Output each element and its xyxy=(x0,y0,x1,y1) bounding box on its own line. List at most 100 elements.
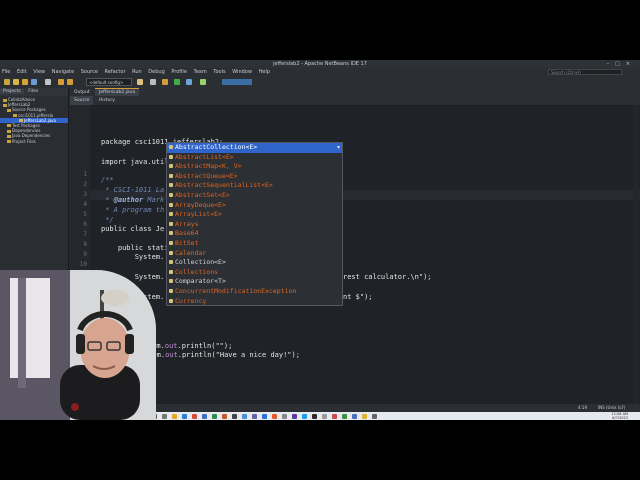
obs-icon[interactable] xyxy=(292,413,297,419)
teams-icon[interactable] xyxy=(252,413,257,419)
new-project-icon[interactable] xyxy=(13,79,19,85)
minimize-icon[interactable]: – xyxy=(607,61,616,67)
completion-item[interactable]: Arrays xyxy=(167,220,342,230)
terminal-icon[interactable] xyxy=(232,413,237,419)
file-explorer-icon[interactable] xyxy=(172,413,177,419)
completion-item[interactable]: Currency xyxy=(167,297,342,307)
code-line[interactable]: tem.out.println(""); xyxy=(148,342,232,350)
menu-view[interactable]: View xyxy=(33,69,45,75)
app-icon[interactable] xyxy=(342,413,347,419)
completion-item[interactable]: Base64 xyxy=(167,229,342,239)
memory-meter[interactable] xyxy=(222,79,252,85)
tab-files[interactable]: Files xyxy=(25,89,41,94)
redo-icon[interactable] xyxy=(67,79,73,85)
completion-item[interactable]: AbstractSet<E> xyxy=(167,191,342,201)
code-line[interactable]: public class Je xyxy=(101,225,164,233)
open-project-icon[interactable] xyxy=(22,79,28,85)
tab-source[interactable]: Source xyxy=(70,96,94,105)
code-line[interactable]: System. xyxy=(101,253,165,261)
code-line[interactable]: * A program th xyxy=(101,206,164,214)
menu-debug[interactable]: Debug xyxy=(148,69,164,75)
task-view-icon[interactable] xyxy=(162,413,167,419)
maximize-icon[interactable]: □ xyxy=(615,61,626,67)
menu-source[interactable]: Source xyxy=(81,69,98,75)
tab-jefferslab2-java[interactable]: JeffersLab2.java xyxy=(95,88,140,96)
menu-help[interactable]: Help xyxy=(259,69,270,75)
class-icon xyxy=(169,154,173,159)
debug-icon[interactable] xyxy=(186,79,192,85)
app-icon[interactable] xyxy=(372,413,377,419)
app-icon[interactable] xyxy=(362,413,367,419)
menu-file[interactable]: File xyxy=(2,69,10,75)
zoom-icon[interactable] xyxy=(262,413,267,419)
system-clock[interactable]: 12:06 AM 6/7/2023 xyxy=(611,412,628,420)
code-line[interactable]: * CSCI-1011 La xyxy=(101,186,164,194)
menu-team[interactable]: Team xyxy=(193,69,206,75)
menu-tools[interactable]: Tools xyxy=(213,69,225,75)
app-icon[interactable] xyxy=(352,413,357,419)
run-icon[interactable] xyxy=(174,79,180,85)
completion-item[interactable]: AbstractSequentialList<E> xyxy=(167,181,342,191)
powerpoint-icon[interactable] xyxy=(222,413,227,419)
class-icon xyxy=(169,240,173,245)
code-line-tail[interactable]: rest calculator.\n"); xyxy=(343,273,432,281)
menu-edit[interactable]: Edit xyxy=(17,69,27,75)
profile-icon[interactable] xyxy=(200,79,206,85)
menu-refactor[interactable]: Refactor xyxy=(105,69,126,75)
completion-item[interactable]: Comparator<T> xyxy=(167,277,342,287)
close-icon[interactable]: × xyxy=(626,61,636,67)
code-completion-popup[interactable]: ▾ AbstractCollection<E> AbstractList<E> Ab… xyxy=(166,142,343,306)
config-combo[interactable]: <default config> xyxy=(86,78,132,86)
build-icon[interactable] xyxy=(137,79,143,85)
search-input[interactable]: Search (Ctrl+I) xyxy=(548,69,622,75)
netbeans-icon[interactable] xyxy=(272,413,277,419)
word-icon[interactable] xyxy=(202,413,207,419)
app-icon[interactable] xyxy=(322,413,327,419)
app-icon[interactable] xyxy=(302,413,307,419)
window-title: jefferslab2 - Apache NetBeans IDE 17 xyxy=(273,61,367,67)
outlook-icon[interactable] xyxy=(242,413,247,419)
chrome-icon[interactable] xyxy=(192,413,197,419)
clean-build-icon[interactable] xyxy=(150,79,156,85)
completion-item[interactable]: BitSet xyxy=(167,239,342,249)
app-icon[interactable] xyxy=(312,413,317,419)
completion-item[interactable]: ArrayDeque<E> xyxy=(167,201,342,211)
tree-item-project-files[interactable]: Project Files xyxy=(0,139,68,144)
completion-label: ArrayDeque<E> xyxy=(175,200,226,209)
edge-icon[interactable] xyxy=(182,413,187,419)
code-line[interactable]: public stati xyxy=(101,244,169,252)
excel-icon[interactable] xyxy=(212,413,217,419)
documentation-toggle-icon[interactable]: ▾ xyxy=(337,144,340,151)
completion-item[interactable]: AbstractMap<K, V> xyxy=(167,162,342,172)
code-line[interactable]: */ xyxy=(101,216,113,224)
menu-window[interactable]: Window xyxy=(232,69,252,75)
completion-item[interactable]: Calendar xyxy=(167,249,342,259)
completion-item[interactable]: Collection<E> xyxy=(167,258,342,268)
completion-item[interactable]: Collections xyxy=(167,268,342,278)
completion-item[interactable]: ArrayList<E> xyxy=(167,210,342,220)
tab-history[interactable]: History xyxy=(95,96,119,105)
undo-icon[interactable] xyxy=(58,79,64,85)
settings-icon[interactable] xyxy=(282,413,287,419)
completion-item[interactable]: AbstractQueue<E> xyxy=(167,172,342,182)
completion-item[interactable]: AbstractList<E> xyxy=(167,153,342,163)
menu-profile[interactable]: Profile xyxy=(171,69,187,75)
completion-item[interactable]: ConcurrentModificationException xyxy=(167,287,342,297)
menu-navigate[interactable]: Navigate xyxy=(52,69,74,75)
code-line[interactable]: * @author Mark xyxy=(101,196,164,204)
completion-item[interactable]: AbstractCollection<E> xyxy=(167,143,342,153)
cut-icon[interactable] xyxy=(45,79,51,85)
code-line[interactable]: /** xyxy=(101,176,114,184)
new-file-icon[interactable] xyxy=(4,79,10,85)
save-all-icon[interactable] xyxy=(31,79,37,85)
code-line-tail[interactable]: nt $"); xyxy=(343,293,373,301)
menu-run[interactable]: Run xyxy=(132,69,142,75)
project-tree: CollatzAdvice JeffersLab2 Source Package… xyxy=(0,96,68,144)
window-controls[interactable]: –□× xyxy=(607,60,636,68)
code-text: .println("Have a nice day!"); xyxy=(177,351,300,359)
error-stripe[interactable] xyxy=(633,105,639,404)
code-line[interactable]: stem.out.println("Have a nice day!"); xyxy=(144,351,300,359)
hammer-icon[interactable] xyxy=(162,79,168,85)
tab-projects[interactable]: Projects xyxy=(0,89,24,94)
app-icon[interactable] xyxy=(332,413,337,419)
